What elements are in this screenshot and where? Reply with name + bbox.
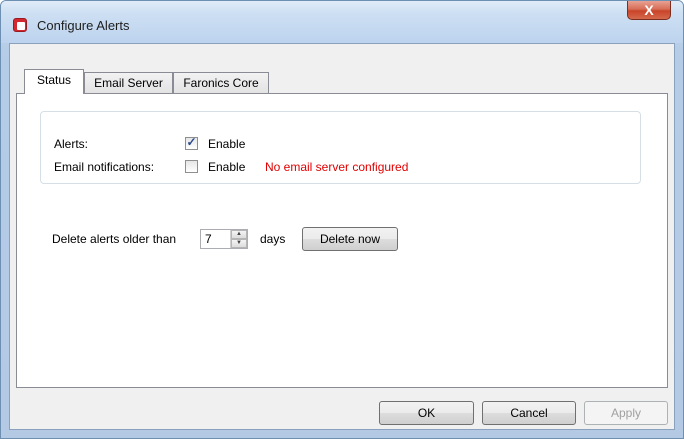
alerts-enable-checkbox[interactable]: ✓ [185, 135, 198, 150]
alerts-enable-label[interactable]: Enable [208, 137, 245, 151]
days-unit-label: days [260, 232, 286, 246]
dialog-client-area: Status Email Server Faronics Core Alerts… [9, 43, 675, 430]
title-bar[interactable]: Configure Alerts X [1, 1, 683, 43]
email-notifications-label: Email notifications: [54, 160, 155, 174]
spinner-down-icon[interactable]: ▼ [231, 239, 247, 248]
email-notifications-enable-checkbox[interactable] [185, 160, 198, 173]
configure-alerts-window: Configure Alerts X Status Email Server F… [0, 0, 684, 439]
apply-button[interactable]: Apply [584, 401, 668, 425]
delete-alerts-label: Delete alerts older than [52, 232, 177, 246]
checkmark-icon: ✓ [186, 135, 197, 149]
delete-days-value[interactable]: 7 [205, 232, 212, 246]
alerts-settings-group: Alerts: ✓ Enable Email notifications: En… [40, 111, 641, 184]
tab-faronics-core[interactable]: Faronics Core [173, 72, 269, 93]
email-server-warning: No email server configured [265, 160, 409, 174]
close-button[interactable]: X [627, 1, 671, 20]
window-title: Configure Alerts [37, 18, 130, 33]
email-notifications-enable-label[interactable]: Enable [208, 160, 245, 174]
tab-status[interactable]: Status [24, 69, 84, 94]
delete-days-spinner[interactable]: 7 ▲ ▼ [200, 229, 248, 249]
faronics-app-icon [13, 18, 27, 32]
spinner-buttons: ▲ ▼ [230, 230, 247, 248]
alerts-label: Alerts: [54, 137, 89, 151]
spinner-up-icon[interactable]: ▲ [231, 230, 247, 239]
tab-email-server[interactable]: Email Server [84, 72, 173, 93]
ok-button[interactable]: OK [379, 401, 474, 425]
delete-now-button[interactable]: Delete now [302, 227, 398, 251]
cancel-button[interactable]: Cancel [482, 401, 576, 425]
